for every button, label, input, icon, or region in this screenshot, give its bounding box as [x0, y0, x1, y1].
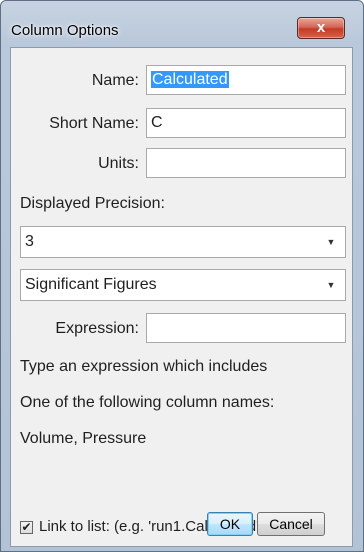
name-label: Name:	[91, 72, 139, 89]
info-line-1: Type an expression which includes	[20, 358, 268, 375]
name-input[interactable]: Calculated	[146, 65, 346, 95]
info-line-2: One of the following column names:	[20, 394, 275, 411]
title-bar[interactable]: Column Options x	[1, 1, 363, 45]
short-name-input[interactable]: C	[146, 108, 346, 138]
name-input-value: Calculated	[151, 71, 229, 88]
short-name-label: Short Name:	[49, 115, 139, 132]
dialog-content: Name: Calculated Short Name: C Units: Di…	[10, 47, 353, 547]
expression-input[interactable]	[146, 313, 346, 343]
units-label: Units:	[98, 155, 139, 172]
ok-button[interactable]: OK	[207, 512, 253, 536]
close-button[interactable]: x	[297, 17, 345, 39]
cancel-button[interactable]: Cancel	[257, 512, 325, 536]
precision-select-value: 3	[25, 233, 34, 250]
chevron-down-icon: ▼	[326, 280, 336, 290]
precision-mode-select[interactable]: Significant Figures ▼	[20, 269, 346, 301]
column-options-dialog: Column Options x Name: Calculated Short …	[0, 0, 364, 552]
close-icon: x	[316, 19, 326, 36]
expression-label: Expression:	[55, 320, 139, 337]
checkmark-icon: ✔	[21, 520, 32, 534]
dialog-title: Column Options	[11, 22, 119, 39]
info-line-3: Volume, Pressure	[20, 430, 147, 447]
units-input[interactable]	[146, 148, 346, 178]
chevron-down-icon: ▼	[326, 237, 336, 247]
link-to-list-checkbox[interactable]: ✔	[20, 521, 33, 534]
precision-label: Displayed Precision:	[20, 195, 165, 212]
precision-mode-select-value: Significant Figures	[25, 276, 157, 293]
precision-select[interactable]: 3 ▼	[20, 226, 346, 258]
